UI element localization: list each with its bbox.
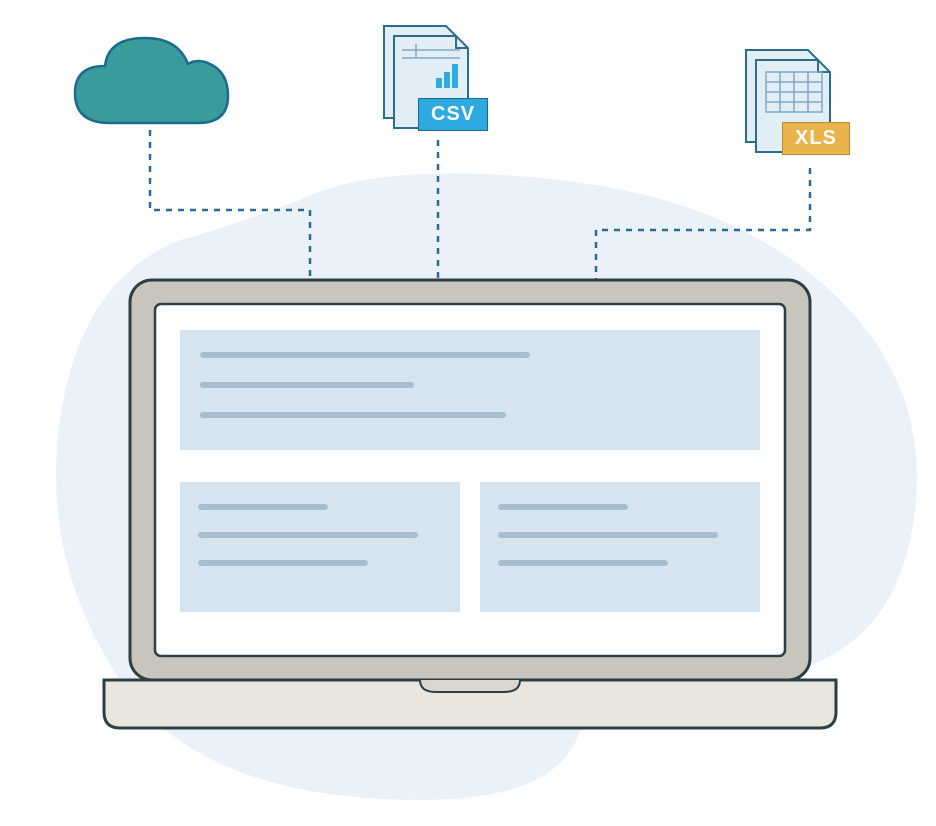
laptop-icon <box>100 272 840 742</box>
xls-badge: XLS <box>782 122 850 155</box>
csv-badge: CSV <box>418 98 488 131</box>
cloud-icon <box>60 28 240 148</box>
